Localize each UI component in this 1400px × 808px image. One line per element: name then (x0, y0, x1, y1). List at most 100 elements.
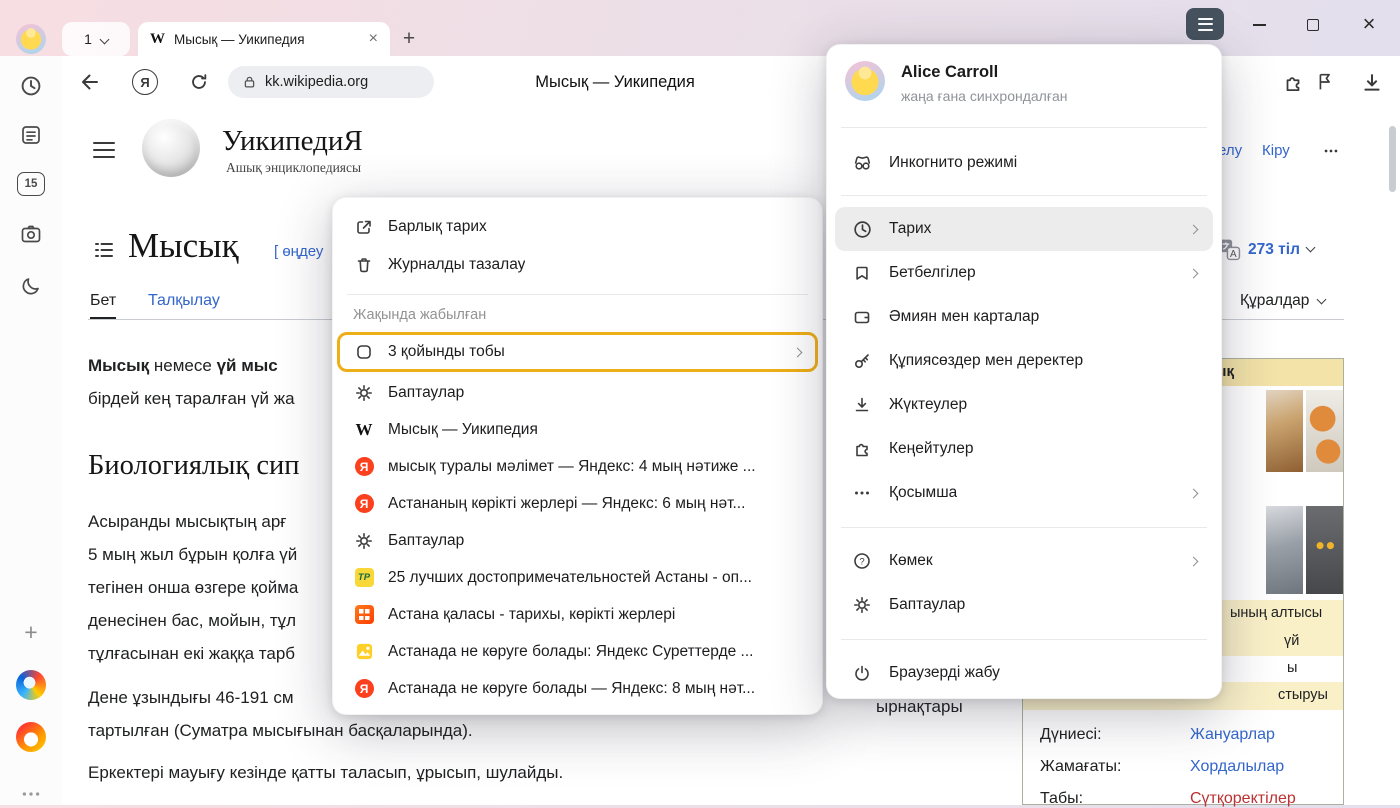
sidebar-history-button[interactable] (19, 74, 43, 98)
tab-counter-button[interactable]: 1 (62, 22, 130, 56)
menu-item-label: Астана қаласы - тарихы, көрікті жерлері (388, 606, 675, 624)
download-icon (851, 395, 873, 415)
close-icon: × (1363, 11, 1376, 37)
menu-item-help[interactable]: ? Көмек (827, 539, 1221, 583)
tab-close-icon[interactable]: × (369, 31, 378, 47)
svg-text:?: ? (859, 557, 864, 568)
extensions-button[interactable] (1282, 72, 1304, 94)
taxobox-class-link[interactable]: Сүтқоректілер (1190, 790, 1296, 808)
window-maximize-button[interactable] (1300, 12, 1326, 38)
menu-item-label: Баптаулар (388, 532, 464, 550)
article-text: немесе (149, 356, 216, 375)
menu-item-history[interactable]: Тарих (835, 207, 1213, 251)
browser-tab[interactable]: W Мысық — Уикипедия × (138, 22, 390, 56)
article-line: Мысық немесе үй мыс (88, 356, 278, 376)
article-line: Асыранды мысықтың арғ (88, 512, 287, 532)
history-item-wikipedia[interactable]: W Мысық — Уикипедия (333, 411, 822, 448)
wiki-more-button[interactable] (1320, 142, 1342, 160)
yandex-search-button[interactable]: Я (132, 69, 158, 95)
window-close-button[interactable]: × (1354, 10, 1384, 38)
sidebar-tabs-button[interactable]: 15 (17, 172, 45, 196)
reload-button[interactable] (188, 71, 210, 93)
menu-item-label: Астанада не көруге болады: Яндекс Суретт… (388, 643, 753, 661)
menu-item-passwords[interactable]: Құпиясөздер мен деректер (827, 339, 1221, 383)
wiki-tools-button[interactable]: Құралдар (1240, 292, 1325, 310)
gear-icon (353, 531, 375, 551)
history-item-search[interactable]: Я Астананың көрікті жерлері — Яндекс: 6 … (333, 485, 822, 522)
sidebar-add-button[interactable]: + (19, 620, 43, 644)
contents-list-icon (92, 238, 116, 262)
menu-item-all-history[interactable]: Барлық тарих (333, 208, 822, 246)
alice-avatar[interactable] (845, 61, 885, 101)
menu-item-label: Барлық тарих (388, 218, 487, 236)
moon-icon (19, 274, 43, 298)
yandex-browser-logo[interactable] (16, 670, 46, 700)
section-label-text: Жақында жабылған (353, 307, 486, 323)
menu-item-more[interactable]: Қосымша (827, 471, 1221, 515)
menu-item-close-browser[interactable]: Браузерді жабу (827, 651, 1221, 695)
svg-text:A: A (1230, 249, 1237, 260)
sidebar-more-button[interactable] (19, 782, 43, 806)
window-minimize-button[interactable] (1246, 12, 1272, 38)
history-item-search[interactable]: Я Астанада не көруге болады — Яндекс: 8 … (333, 670, 822, 707)
taxobox-phylum-link[interactable]: Хордалылар (1190, 758, 1284, 776)
taxobox-phylum-label: Жамағаты: (1040, 758, 1121, 776)
chevron-right-icon (1189, 268, 1199, 278)
omnibox-page-title: Мысық — Уикипедия (435, 73, 795, 92)
back-button[interactable] (78, 70, 102, 94)
wiki-site-title[interactable]: УикипедиЯ (222, 125, 363, 158)
menu-item-bookmarks[interactable]: Бетбелгілер (827, 251, 1221, 295)
menu-item-label: Мысық — Уикипедия (388, 421, 538, 439)
history-submenu: Барлық тарих Журналды тазалау Жақында жа… (332, 197, 823, 715)
menu-item-tab-group[interactable]: 3 қойынды тобы (337, 332, 818, 372)
address-bar[interactable]: kk.wikipedia.org (228, 66, 434, 98)
puzzle-icon (851, 439, 873, 459)
taxobox-kingdom-link[interactable]: Жануарлар (1190, 726, 1275, 744)
history-item-settings[interactable]: Баптаулар (333, 522, 822, 559)
article-line: бірдей кең таралған үй жа (88, 389, 295, 409)
menu-item-label: Қосымша (889, 484, 957, 502)
menu-item-settings[interactable]: Баптаулар (333, 374, 822, 411)
browser-main-menu: Alice Carroll жаңа ғана синхрондалған Ин… (826, 44, 1222, 699)
wiki-edit-link[interactable]: [ өңдеу (274, 243, 323, 260)
wiki-login-link[interactable]: Кіру (1262, 142, 1290, 159)
wiki-language-button[interactable]: A 273 тіл (1218, 238, 1314, 261)
menu-item-extensions[interactable]: Кеңейтулер (827, 427, 1221, 471)
page-scrollbar-thumb[interactable] (1389, 126, 1396, 192)
wikipedia-logo[interactable] (142, 119, 200, 177)
profile-name[interactable]: Alice Carroll (901, 63, 998, 82)
collections-button[interactable] (1314, 71, 1336, 93)
chevron-right-icon (1189, 556, 1199, 566)
bookmark-icon (851, 263, 873, 283)
new-tab-button[interactable]: + (396, 26, 422, 52)
sidebar-feed-button[interactable] (19, 123, 43, 147)
menu-item-downloads[interactable]: Жүктеулер (827, 383, 1221, 427)
menu-item-wallet[interactable]: Әмиян мен карталар (827, 295, 1221, 339)
ellipsis-icon (19, 782, 43, 806)
browser-profile-avatar[interactable] (16, 24, 46, 54)
wiki-tab-talk[interactable]: Талқылау (148, 292, 220, 310)
address-domain: kk.wikipedia.org (265, 74, 368, 90)
trash-icon (353, 255, 375, 275)
hamburger-icon (92, 140, 116, 160)
history-item-tripadvisor[interactable]: ТР 25 лучших достопримечательностей Аста… (333, 559, 822, 596)
sidebar-dark-mode-button[interactable] (19, 274, 43, 298)
wiki-tab-page[interactable]: Бет (90, 292, 116, 319)
menu-item-settings[interactable]: Баптаулар (827, 583, 1221, 627)
browser-menu-button[interactable] (1186, 8, 1224, 40)
menu-item-incognito[interactable]: Инкогнито режимі (827, 141, 1221, 185)
sidebar-screenshot-button[interactable] (19, 222, 43, 246)
taxobox-row-text-fragment: үй (1284, 633, 1299, 649)
yandex-app-icon[interactable] (16, 722, 46, 752)
history-item-images[interactable]: Астанада не көруге болады: Яндекс Суретт… (333, 633, 822, 670)
menu-item-label: Әмиян мен карталар (889, 308, 1039, 326)
downloads-button[interactable] (1360, 71, 1384, 95)
history-item-site[interactable]: Астана қаласы - тарихы, көрікті жерлері (333, 596, 822, 633)
taxobox-row-text-fragment: стыруы (1278, 687, 1328, 703)
history-item-search[interactable]: Я мысық туралы мәлімет — Яндекс: 4 мың н… (333, 448, 822, 485)
menu-item-clear-history[interactable]: Журналды тазалау (333, 246, 822, 284)
wiki-menu-button[interactable] (92, 140, 116, 160)
wiki-contents-button[interactable] (92, 238, 116, 262)
tab-title: Мысық — Уикипедия (174, 32, 360, 47)
wikipedia-icon: W (353, 420, 375, 440)
